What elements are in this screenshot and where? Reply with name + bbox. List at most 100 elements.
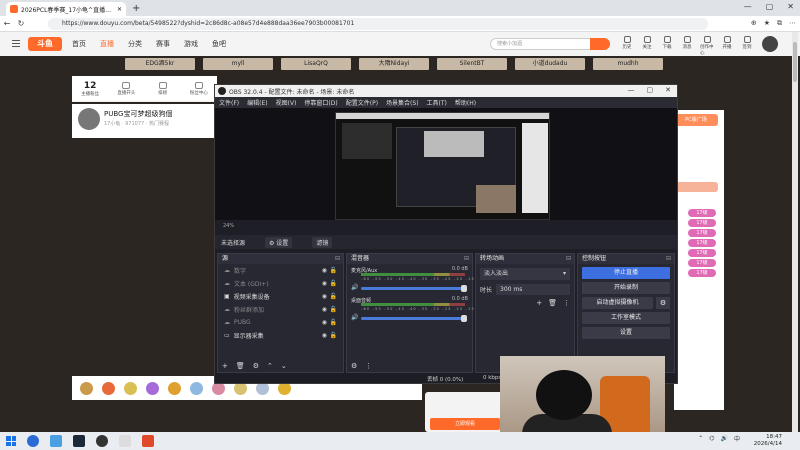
menu-scene-collection[interactable]: 场景集合(S): [386, 98, 419, 107]
preview-zoom[interactable]: 24%: [223, 223, 234, 229]
network-icon[interactable]: ⌬: [709, 435, 714, 442]
message-icon[interactable]: 消息: [680, 36, 694, 56]
explorer-icon[interactable]: [50, 435, 62, 447]
close-window-button[interactable]: ✕: [787, 2, 794, 11]
tray-chevron-icon[interactable]: ⌃: [698, 435, 703, 442]
source-item[interactable]: ☁ PUBG ◉ 🔓: [218, 316, 343, 329]
douyu-taskbar-icon[interactable]: [142, 435, 154, 447]
obs-taskbar-icon[interactable]: [96, 435, 108, 447]
scrollbar-thumb[interactable]: [793, 42, 797, 82]
nav-live[interactable]: 直播: [100, 39, 114, 49]
menu-file[interactable]: 文件(F): [219, 98, 239, 107]
eye-icon[interactable]: ◉: [322, 280, 327, 287]
settings-button[interactable]: 设置: [582, 327, 670, 339]
reload-icon[interactable]: ↻: [14, 19, 28, 28]
hamburger-icon[interactable]: [12, 40, 20, 47]
mixer-settings-button[interactable]: ⚙: [351, 362, 357, 370]
obs-close-button[interactable]: ✕: [665, 86, 671, 94]
streamer-tag[interactable]: EDG酒5kr: [125, 58, 195, 70]
maximize-button[interactable]: ▢: [766, 2, 774, 11]
windows-start-icon[interactable]: [6, 436, 16, 446]
lock-icon[interactable]: 🔓: [330, 332, 337, 339]
transition-menu-button[interactable]: ⋮: [563, 299, 570, 307]
eye-icon[interactable]: ◉: [322, 332, 327, 339]
menu-view[interactable]: 视图(V): [276, 98, 297, 107]
checkin-icon[interactable]: 签到: [740, 36, 754, 56]
mixer-menu-button[interactable]: ⋮: [365, 362, 372, 370]
obs-maximize-button[interactable]: ▢: [647, 86, 654, 94]
virtual-cam-settings-icon[interactable]: ⚙: [656, 297, 670, 309]
gift-icon[interactable]: [124, 381, 137, 395]
zoom-icon[interactable]: ⊕: [751, 19, 757, 28]
gift-icon[interactable]: [190, 381, 203, 395]
url-input[interactable]: https://www.douyu.com/beta/5498522?dyshi…: [48, 18, 708, 30]
streamer-tag[interactable]: mudhh: [593, 58, 663, 70]
steam-icon[interactable]: [73, 435, 85, 447]
extensions-icon[interactable]: ⧉: [777, 19, 782, 28]
minimize-button[interactable]: —: [744, 2, 752, 11]
pc-badge[interactable]: PC版广场: [674, 114, 718, 126]
stop-stream-button[interactable]: 停止直播: [582, 267, 670, 279]
live-start-counter[interactable]: 直播开头: [108, 76, 144, 101]
lock-icon[interactable]: 🔓: [330, 293, 337, 300]
menu-docks[interactable]: 停靠窗口(D): [304, 98, 337, 107]
transition-select[interactable]: 淡入淡出: [480, 268, 570, 280]
properties-button[interactable]: ⚙ 设置: [265, 236, 293, 248]
fans-counter[interactable]: 12 主播粉丝: [72, 76, 108, 101]
preview-canvas[interactable]: [335, 112, 550, 220]
lock-icon[interactable]: 🔓: [330, 280, 337, 287]
remove-transition-button[interactable]: 🗑: [548, 299, 557, 307]
input-language[interactable]: 中: [734, 434, 740, 443]
rank-counter[interactable]: 排榜: [145, 76, 181, 101]
lock-icon[interactable]: 🔓: [330, 306, 337, 313]
nav-category[interactable]: 分类: [128, 39, 142, 49]
volume-slider[interactable]: [361, 285, 467, 292]
remove-source-button[interactable]: 🗑: [236, 362, 245, 370]
browser-tab[interactable]: 2026PCL春季赛_17小龟^直播_17斗鱼 ✕: [6, 2, 126, 16]
source-item[interactable]: ☁ 文本 (GDI+) ◉ 🔓: [218, 277, 343, 290]
gift-icon[interactable]: [168, 381, 181, 395]
eye-icon[interactable]: ◉: [322, 267, 327, 274]
streamer-avatar[interactable]: [78, 108, 100, 130]
gift-icon[interactable]: [102, 381, 115, 395]
add-source-button[interactable]: +: [222, 362, 228, 370]
creator-icon[interactable]: 创作中心: [700, 36, 714, 56]
filters-button[interactable]: 滤镜: [312, 236, 333, 248]
studio-mode-button[interactable]: 工作室模式: [582, 312, 670, 324]
streamer-tag[interactable]: myll: [203, 58, 273, 70]
download-icon[interactable]: 下载: [660, 36, 674, 56]
source-item[interactable]: ☁ 数字 ◉ 🔓: [218, 264, 343, 277]
volume-icon[interactable]: 🔊: [721, 435, 728, 442]
nav-yuba[interactable]: 鱼吧: [212, 39, 226, 49]
close-tab-icon[interactable]: ✕: [117, 6, 122, 13]
menu-dots-icon[interactable]: ⋯: [789, 19, 796, 28]
menu-tools[interactable]: 工具(T): [427, 98, 447, 107]
fans-center-counter[interactable]: 粉丝中心: [181, 76, 217, 101]
broadcast-icon[interactable]: 开播: [720, 36, 734, 56]
start-virtual-cam-button[interactable]: 启动虚拟摄像机: [582, 297, 653, 309]
eye-icon[interactable]: ◉: [322, 293, 327, 300]
obs-preview[interactable]: [215, 108, 677, 220]
clock[interactable]: 18:47 2026/4/14: [754, 434, 782, 448]
edge-icon[interactable]: [27, 435, 39, 447]
add-transition-button[interactable]: +: [536, 299, 542, 307]
lock-icon[interactable]: 🔓: [330, 319, 337, 326]
start-record-button[interactable]: 开始录制: [582, 282, 670, 294]
lock-icon[interactable]: 🔓: [330, 267, 337, 274]
user-avatar[interactable]: [762, 36, 778, 52]
new-tab-button[interactable]: +: [132, 3, 140, 14]
eye-icon[interactable]: ◉: [322, 306, 327, 313]
eye-icon[interactable]: ◉: [322, 319, 327, 326]
streamer-tag[interactable]: 小道dudadu: [515, 58, 585, 70]
obs-minimize-button[interactable]: —: [628, 86, 635, 94]
speaker-icon[interactable]: 🔊: [351, 314, 358, 321]
streamer-tag[interactable]: LisaQrQ: [281, 58, 351, 70]
star-icon[interactable]: ★: [764, 19, 770, 28]
source-item[interactable]: ▣ 视频采集设备 ◉ 🔓: [218, 290, 343, 303]
app-icon[interactable]: [119, 435, 131, 447]
streamer-tag[interactable]: SilentBT: [437, 58, 507, 70]
move-down-button[interactable]: ⌄: [281, 362, 287, 370]
speaker-icon[interactable]: 🔊: [351, 284, 358, 291]
back-icon[interactable]: ←: [0, 19, 14, 28]
chat-action-button[interactable]: [676, 182, 718, 192]
